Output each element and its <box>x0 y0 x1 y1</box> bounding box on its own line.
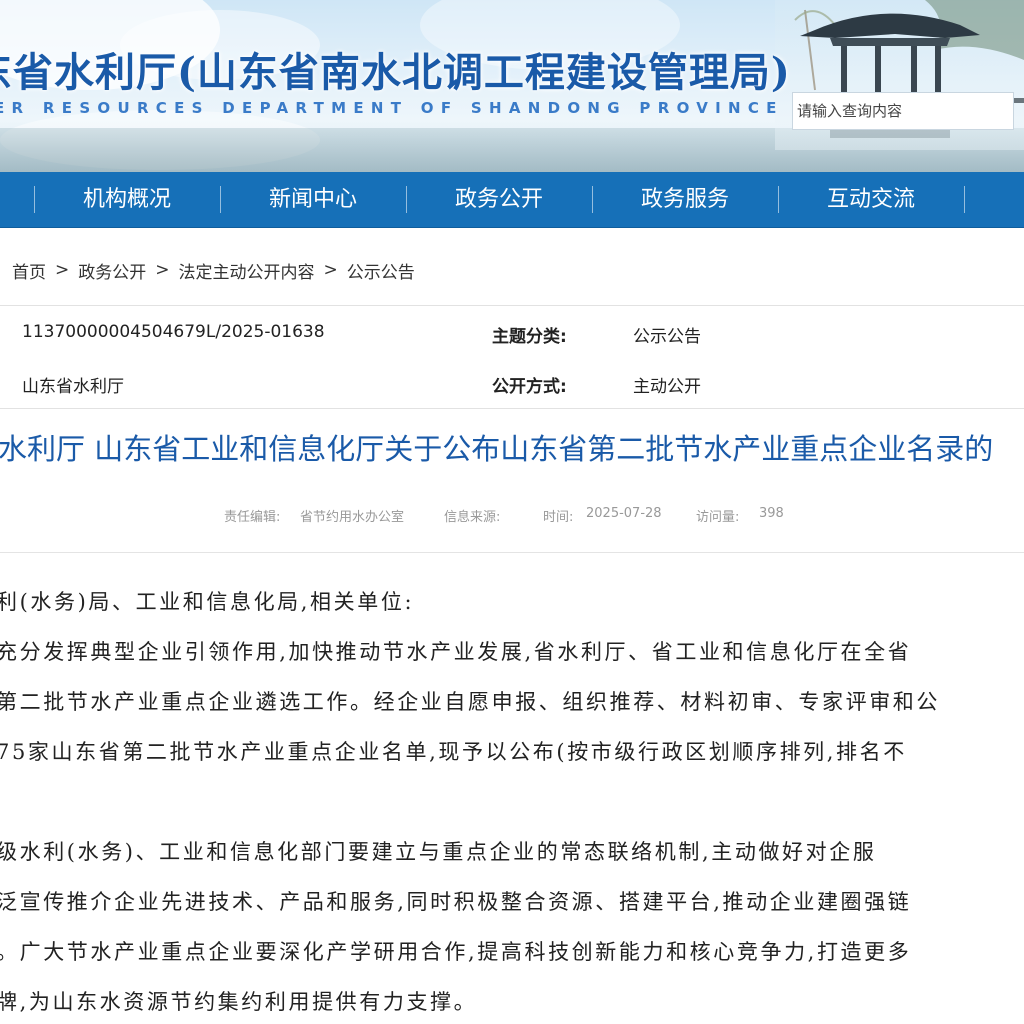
method-value: 主动公开 <box>633 377 701 397</box>
topic-label: 主题分类: <box>492 327 567 347</box>
publisher-value: 山东省水利厅 <box>22 377 124 397</box>
document-info-table: 11370000004504679L/2025-01638 主题分类: 公示公告… <box>0 305 1024 409</box>
search-input[interactable] <box>792 92 1014 130</box>
body-line: 泛宣传推介企业先进技术、产品和服务,同时积极整合资源、搭建平台,推动企业建圈强链 <box>0 890 912 914</box>
article-title: 水利厅 山东省工业和信息化厅关于公布山东省第二批节水产业重点企业名录的 <box>0 432 994 466</box>
breadcrumb-separator: > <box>155 260 170 280</box>
body-line: 充分发挥典型企业引领作用,加快推动节水产业发展,省水利厅、省工业和信息化厅在全省 <box>0 640 912 664</box>
body-line: 利(水务)局、工业和信息化局,相关单位: <box>0 590 415 614</box>
nav-item-news[interactable]: 新闻中心 <box>220 172 406 227</box>
meta-time-label: 时间: <box>543 510 574 525</box>
site-title: 东省水利厅(山东省南水北调工程建设管理局) <box>0 49 791 96</box>
meta-editor-label: 责任编辑: <box>224 510 281 525</box>
body-line: 牌,为山东水资源节约集约利用提供有力支撑。 <box>0 990 478 1014</box>
breadcrumb-gongshi[interactable]: 公示公告 <box>347 258 415 283</box>
nav-item-jigou[interactable]: 机构概况 <box>34 172 220 227</box>
method-label: 公开方式: <box>492 377 567 397</box>
breadcrumb-fading[interactable]: 法定主动公开内容 <box>179 258 315 283</box>
nav-item-zhengwu-service[interactable]: 政务服务 <box>592 172 778 227</box>
content-divider <box>0 552 1024 553</box>
header-banner: 东省水利厅(山东省南水北调工程建设管理局) ER RESOURCES DEPAR… <box>0 0 1024 172</box>
breadcrumb-zhengwu[interactable]: 政务公开 <box>78 258 146 283</box>
nav-item-zhengwu-open[interactable]: 政务公开 <box>406 172 592 227</box>
page: 东省水利厅(山东省南水北调工程建设管理局) ER RESOURCES DEPAR… <box>0 0 1024 1024</box>
body-line: 。广大节水产业重点企业要深化产学研用合作,提高科技创新能力和核心竞争力,打造更多 <box>0 940 912 964</box>
body-line: 级水利(水务)、工业和信息化部门要建立与重点企业的常态联络机制,主动做好对企服 <box>0 840 877 864</box>
index-number: 11370000004504679L/2025-01638 <box>22 322 325 342</box>
nav-item-interaction[interactable]: 互动交流 <box>778 172 964 227</box>
meta-views-value: 398 <box>759 506 784 521</box>
meta-source-label: 信息来源: <box>444 510 501 525</box>
body-line: 第二批节水产业重点企业遴选工作。经企业自愿申报、组织推荐、材料初审、专家评审和公 <box>0 690 940 714</box>
meta-editor-value: 省节约用水办公室 <box>300 510 405 525</box>
site-subtitle: ER RESOURCES DEPARTMENT OF SHANDONG PROV… <box>0 99 784 117</box>
meta-time-value: 2025-07-28 <box>586 506 662 521</box>
meta-views-label: 访问量: <box>696 510 740 525</box>
breadcrumb-home[interactable]: 首页 <box>12 258 46 283</box>
body-line: 75家山东省第二批节水产业重点企业名单,现予以公布(按市级行政区划顺序排列,排名… <box>0 740 907 764</box>
breadcrumb: 首页 > 政务公开 > 法定主动公开内容 > 公示公告 <box>12 256 415 284</box>
topic-value: 公示公告 <box>633 327 701 347</box>
main-nav: 机构概况 新闻中心 政务公开 政务服务 互动交流 <box>0 172 1024 228</box>
breadcrumb-separator: > <box>323 260 338 280</box>
breadcrumb-separator: > <box>55 260 70 280</box>
nav-separator <box>964 186 965 213</box>
